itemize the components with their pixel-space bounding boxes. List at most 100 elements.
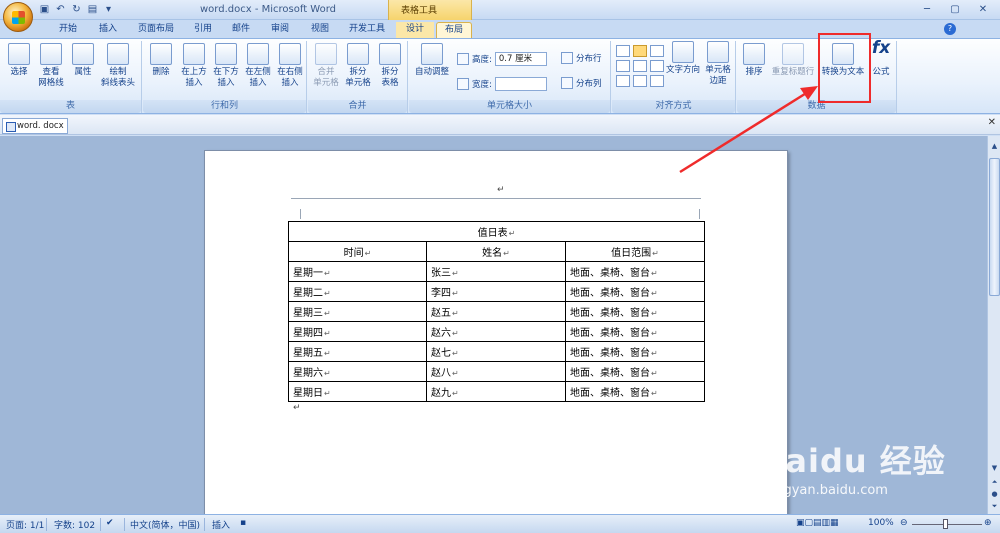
- align-bottom-left-icon[interactable]: [616, 75, 630, 87]
- insert-mode[interactable]: 插入: [212, 518, 230, 531]
- cell-person[interactable]: 赵九↵: [426, 381, 566, 402]
- language-indicator[interactable]: 中文(简体，中国): [130, 518, 200, 531]
- cell-area[interactable]: 地面、桌椅、窗台↵: [565, 281, 705, 302]
- zoom-slider-knob[interactable]: [943, 519, 948, 529]
- cell-person[interactable]: 张三↵: [426, 261, 566, 282]
- undo-icon[interactable]: ↶: [54, 3, 67, 16]
- office-button[interactable]: [3, 2, 33, 32]
- header-cell-time[interactable]: 时间↵: [288, 241, 427, 262]
- height-input[interactable]: 0.7 厘米: [494, 52, 547, 66]
- align-bottom-center-icon[interactable]: [633, 75, 647, 87]
- view-gridlines-button[interactable]: 查看 网格线: [34, 43, 68, 89]
- align-bottom-right-icon[interactable]: [650, 75, 664, 87]
- properties-button[interactable]: 属性: [68, 43, 98, 78]
- cell-area[interactable]: 地面、桌椅、窗台↵: [565, 261, 705, 282]
- split-table-button[interactable]: 拆分 表格: [375, 43, 405, 89]
- align-top-left-icon[interactable]: [616, 45, 630, 57]
- tab-review[interactable]: 审阅: [262, 22, 298, 38]
- cell-margins-button[interactable]: 单元格 边距: [702, 41, 734, 87]
- close-icon[interactable]: ✕: [972, 2, 994, 17]
- tab-insert[interactable]: 插入: [90, 22, 126, 38]
- select-button[interactable]: 选择: [4, 43, 34, 78]
- cell-person[interactable]: 赵八↵: [426, 361, 566, 382]
- width-input[interactable]: [494, 77, 547, 91]
- zoom-level[interactable]: 100%: [868, 518, 894, 528]
- tab-developer[interactable]: 开发工具: [342, 22, 392, 38]
- cell-area[interactable]: 地面、桌椅、窗台↵: [565, 321, 705, 342]
- insert-below-button[interactable]: 在下方 插入: [211, 43, 241, 89]
- zoom-in-icon[interactable]: ⊕: [984, 518, 992, 528]
- vertical-scrollbar[interactable]: ▲ ▼ ⏶ ● ⏷: [987, 136, 1000, 514]
- insert-right-button[interactable]: 在右侧 插入: [275, 43, 305, 89]
- column-width-icon: [457, 78, 469, 90]
- duty-table[interactable]: 值日表↵ 时间↵ 姓名↵ 值日范围↵ 星期一↵ 张三↵ 地面、桌椅、窗台↵ 星期…: [288, 221, 705, 402]
- distribute-cols-button[interactable]: 分布列: [561, 77, 602, 89]
- draw-diagonal-header-button[interactable]: 绘制 斜线表头: [98, 43, 138, 89]
- header-cell-range[interactable]: 值日范围↵: [565, 241, 705, 262]
- cell-day[interactable]: 星期五↵: [288, 341, 427, 362]
- view-buttons[interactable]: ▣▢▤▥▦: [796, 518, 839, 528]
- customize-qat-icon[interactable]: ▾: [102, 3, 115, 16]
- formula-button[interactable]: fx 公式: [869, 40, 893, 78]
- insert-above-button[interactable]: 在上方 插入: [179, 43, 209, 89]
- text-direction-button[interactable]: 文字方向: [664, 41, 702, 76]
- proofing-icon[interactable]: ✔: [106, 518, 114, 528]
- cell-day[interactable]: 星期四↵: [288, 321, 427, 342]
- macro-record-icon[interactable]: ▪: [240, 518, 246, 528]
- cell-area[interactable]: 地面、桌椅、窗台↵: [565, 341, 705, 362]
- scroll-up-icon[interactable]: ▲: [989, 140, 1000, 152]
- previous-page-icon[interactable]: ⏶: [989, 476, 1000, 488]
- distribute-rows-button[interactable]: 分布行: [561, 52, 602, 64]
- table-title-cell[interactable]: 值日表↵: [288, 221, 705, 242]
- close-document-icon[interactable]: ✕: [988, 117, 996, 128]
- tab-home[interactable]: 开始: [48, 22, 88, 38]
- tab-page-layout[interactable]: 页面布局: [130, 22, 182, 38]
- align-top-right-icon[interactable]: [650, 45, 664, 57]
- cell-person[interactable]: 李四↵: [426, 281, 566, 302]
- day-text: 星期四: [293, 328, 323, 339]
- scroll-down-icon[interactable]: ▼: [989, 462, 1000, 474]
- cell-area[interactable]: 地面、桌椅、窗台↵: [565, 361, 705, 382]
- autofit-button[interactable]: 自动调整: [412, 43, 452, 78]
- person-text: 赵八: [431, 368, 451, 379]
- tab-references[interactable]: 引用: [186, 22, 220, 38]
- browse-object-icon[interactable]: ●: [989, 488, 1000, 500]
- cell-person[interactable]: 赵五↵: [426, 301, 566, 322]
- minimize-icon[interactable]: ─: [916, 2, 938, 17]
- align-middle-left-icon[interactable]: [616, 60, 630, 72]
- print-preview-icon[interactable]: ▤: [86, 3, 99, 16]
- help-icon[interactable]: ?: [944, 23, 956, 35]
- cell-day[interactable]: 星期日↵: [288, 381, 427, 402]
- cell-person[interactable]: 赵六↵: [426, 321, 566, 342]
- save-icon[interactable]: ▣: [38, 3, 51, 16]
- cell-day[interactable]: 星期六↵: [288, 361, 427, 382]
- tab-mailings[interactable]: 邮件: [224, 22, 258, 38]
- next-page-icon[interactable]: ⏷: [989, 500, 1000, 512]
- tab-layout[interactable]: 布局: [436, 22, 472, 38]
- redo-icon[interactable]: ↻: [70, 3, 83, 16]
- sort-button[interactable]: 排序: [741, 43, 767, 78]
- cell-person[interactable]: 赵七↵: [426, 341, 566, 362]
- zoom-out-icon[interactable]: ⊖: [900, 518, 908, 528]
- merge-cells-button[interactable]: 合并 单元格: [311, 43, 341, 89]
- cell-day[interactable]: 星期一↵: [288, 261, 427, 282]
- align-middle-center-icon[interactable]: [633, 60, 647, 72]
- maximize-icon[interactable]: ▢: [944, 2, 966, 17]
- insert-left-button[interactable]: 在左侧 插入: [243, 43, 273, 89]
- delete-button[interactable]: 删除: [147, 43, 175, 78]
- align-top-center-icon[interactable]: [633, 45, 647, 57]
- tab-view[interactable]: 视图: [302, 22, 338, 38]
- cell-area[interactable]: 地面、桌椅、窗台↵: [565, 381, 705, 402]
- scroll-thumb[interactable]: [989, 158, 1000, 296]
- page-count[interactable]: 页面: 1/1: [6, 518, 44, 531]
- word-count[interactable]: 字数: 102: [54, 518, 95, 531]
- align-middle-right-icon[interactable]: [650, 60, 664, 72]
- repeat-header-rows-button[interactable]: 重复标题行: [770, 43, 816, 78]
- cell-area[interactable]: 地面、桌椅、窗台↵: [565, 301, 705, 322]
- split-cells-button[interactable]: 拆分 单元格: [343, 43, 373, 89]
- cell-day[interactable]: 星期二↵: [288, 281, 427, 302]
- cell-day[interactable]: 星期三↵: [288, 301, 427, 322]
- header-cell-name[interactable]: 姓名↵: [426, 241, 566, 262]
- document-tab[interactable]: word. docx: [2, 118, 68, 134]
- tab-design[interactable]: 设计: [396, 22, 434, 38]
